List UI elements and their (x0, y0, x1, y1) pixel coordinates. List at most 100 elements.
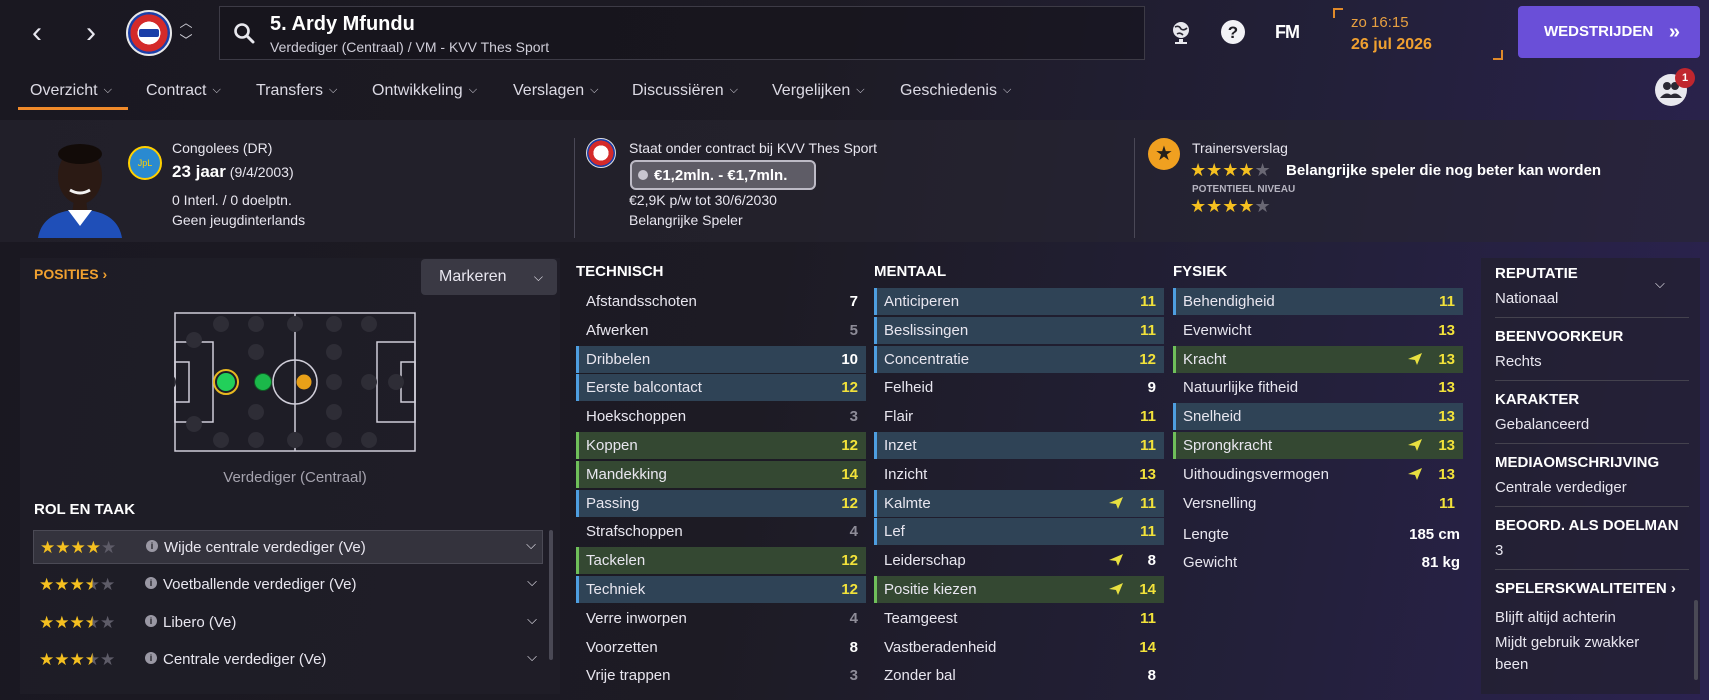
role-row[interactable]: ★★★★★ i Voetballende verdediger (Ve) ⌵ (33, 568, 543, 602)
svg-text:?: ? (1228, 23, 1238, 42)
attribute-row[interactable]: Eerste balcontact 12 (576, 374, 866, 402)
fm-logo[interactable]: FM (1275, 22, 1300, 43)
tab-discussieren[interactable]: Discussiëren ⌵ (632, 82, 738, 100)
attribute-row[interactable]: Verre inworpen 4 (576, 605, 866, 632)
attribute-row[interactable]: Voorzetten 8 (576, 634, 866, 661)
attribute-row[interactable]: Dribbelen 10 (576, 345, 866, 373)
chevron-down-icon: ⌵ (468, 84, 478, 96)
chevron-down-icon: ⌵ (1002, 84, 1012, 96)
youth-caps: Geen jeugdinterlands (172, 212, 306, 228)
forward-icon[interactable]: › (76, 18, 106, 48)
info-icon[interactable]: i (145, 652, 157, 664)
attribute-value: 11 (1439, 293, 1455, 310)
info-scrollbar[interactable] (1694, 600, 1698, 680)
attribute-row[interactable]: Versnelling 11 (1173, 490, 1463, 517)
attribute-row[interactable]: Anticiperen 11 (874, 288, 1164, 315)
globe-icon[interactable] (1167, 18, 1195, 46)
mark-dropdown[interactable]: Markeren ⌵ (421, 259, 557, 295)
attribute-row[interactable]: Vastberadenheid 14 (874, 634, 1164, 661)
attribute-value: 3 (849, 408, 858, 426)
roles-scrollbar[interactable] (549, 530, 553, 660)
transfer-value[interactable]: €1,2mln. - €1,7mln. (630, 160, 816, 190)
attribute-row[interactable]: Evenwicht 13 (1173, 317, 1463, 344)
tab-overzicht[interactable]: Overzicht ⌵ (30, 82, 112, 100)
attribute-name: Verre inworpen (586, 609, 687, 627)
role-row[interactable]: ★★★★★ i Wijde centrale verdediger (Ve) ⌵ (33, 530, 543, 564)
attribute-row[interactable]: Strafschoppen 4 (576, 518, 866, 545)
role-row[interactable]: ★★★★★ i Centrale verdediger (Ve) ⌵ (33, 643, 543, 677)
attribute-row[interactable]: Lef 11 (874, 518, 1164, 546)
info-icon[interactable]: i (145, 577, 157, 589)
attribute-row[interactable]: Tackelen 12 (576, 547, 866, 575)
chevron-down-icon[interactable]: ⌵ (1655, 276, 1665, 292)
tab-verslagen[interactable]: Verslagen ⌵ (513, 82, 599, 100)
attribute-name: Kalmte (884, 494, 931, 512)
tab-vergelijken[interactable]: Vergelijken ⌵ (772, 82, 865, 100)
help-icon[interactable]: ? (1219, 18, 1247, 46)
info-icon[interactable]: i (145, 615, 157, 627)
attribute-row[interactable]: Flair 11 (874, 403, 1164, 430)
attribute-row[interactable]: Afstandsschoten 7 (576, 288, 866, 315)
attribute-row[interactable]: Techniek 12 (576, 576, 866, 603)
tab-contract[interactable]: Contract ⌵ (146, 82, 221, 100)
attribute-name: Vastberadenheid (884, 638, 997, 656)
chevron-down-icon[interactable]: ⌵ (527, 612, 537, 628)
position-pitch (174, 312, 416, 452)
attribute-row[interactable]: Snelheid 13 (1173, 403, 1463, 431)
player-search-box[interactable]: 5. Ardy Mfundu Verdediger (Centraal) / V… (219, 6, 1145, 60)
attribute-value: 13 (1438, 408, 1455, 426)
attribute-value: 10 (841, 350, 858, 368)
continue-button-label: WEDSTRIJDEN (1544, 23, 1654, 40)
tab-geschiedenis[interactable]: Geschiedenis ⌵ (900, 82, 1011, 100)
attribute-row[interactable]: Felheid 9 (874, 374, 1164, 401)
attribute-row[interactable]: Positie kiezen 14 (874, 576, 1164, 603)
attribute-row[interactable]: Uithoudingsvermogen 13 (1173, 461, 1463, 488)
info-panel (1481, 258, 1700, 694)
attribute-row[interactable]: Teamgeest 11 (874, 605, 1164, 632)
attribute-row[interactable]: Passing 12 (576, 489, 866, 517)
attribute-row[interactable]: Inzicht 13 (874, 461, 1164, 488)
attribute-name: Tackelen (586, 552, 646, 570)
nationality-flag[interactable]: JpL (128, 146, 162, 180)
report-summary: Belangrijke speler die nog beter kan wor… (1286, 162, 1602, 179)
positions-link[interactable]: POSITIES › (34, 266, 107, 282)
divider (1495, 506, 1689, 507)
back-icon[interactable]: ‹ (22, 18, 52, 48)
attribute-row[interactable]: Kracht 13 (1173, 345, 1463, 373)
player-traits-link[interactable]: SPELERSKWALITEITEN › (1495, 580, 1676, 597)
attribute-row[interactable]: Beslissingen 11 (874, 316, 1164, 344)
attribute-value: 13 (1438, 350, 1455, 368)
attribute-row[interactable]: Koppen 12 (576, 432, 866, 459)
attribute-row[interactable]: Concentratie 12 (874, 345, 1164, 373)
attribute-row[interactable]: Mandekking 14 (576, 460, 866, 488)
top-bar: ‹ › ︿ ﹀ 5. Ardy Mfundu Verdediger (Centra… (0, 0, 1709, 68)
tab-transfers[interactable]: Transfers ⌵ (256, 82, 337, 100)
attribute-row[interactable]: Afwerken 5 (576, 317, 866, 344)
tab-ontwikkeling[interactable]: Ontwikkeling ⌵ (372, 82, 477, 100)
contract-status: Staat onder contract bij KVV Thes Sport (629, 140, 877, 156)
trait-item: been (1495, 656, 1529, 673)
attribute-row[interactable]: Behendigheid 11 (1173, 288, 1463, 315)
role-row[interactable]: ★★★★★ i Libero (Ve) ⌵ (33, 606, 543, 640)
continue-button[interactable]: WEDSTRIJDEN » (1518, 6, 1700, 58)
club-logo[interactable] (126, 10, 172, 56)
attribute-row[interactable]: Kalmte 11 (874, 489, 1164, 517)
attribute-row[interactable]: Zonder bal 8 (874, 662, 1164, 689)
up-down-icon[interactable]: ︿ ﹀ (178, 14, 194, 50)
attribute-row[interactable]: Sprongkracht 13 (1173, 432, 1463, 459)
info-icon[interactable]: i (146, 540, 158, 552)
transfer-value-text: €1,2mln. - €1,7mln. (654, 167, 788, 184)
attribute-value: 11 (1140, 437, 1156, 454)
social-feed-icon[interactable]: 1 (1655, 68, 1695, 106)
chevron-down-icon[interactable]: ⌵ (527, 649, 537, 665)
attribute-row[interactable]: Hoekschoppen 3 (576, 403, 866, 430)
attribute-row[interactable]: Leiderschap 8 (874, 547, 1164, 574)
club-logo-small[interactable] (586, 138, 616, 168)
attribute-row[interactable]: Vrije trappen 3 (576, 662, 866, 689)
chevron-down-icon: ⌵ (533, 270, 543, 284)
attribute-row[interactable]: Natuurlijke fitheid 13 (1173, 374, 1463, 401)
attribute-row[interactable]: Inzet 11 (874, 432, 1164, 459)
attribute-name: Behendigheid (1183, 293, 1275, 310)
chevron-down-icon[interactable]: ⌵ (526, 537, 536, 553)
chevron-down-icon[interactable]: ⌵ (527, 574, 537, 590)
